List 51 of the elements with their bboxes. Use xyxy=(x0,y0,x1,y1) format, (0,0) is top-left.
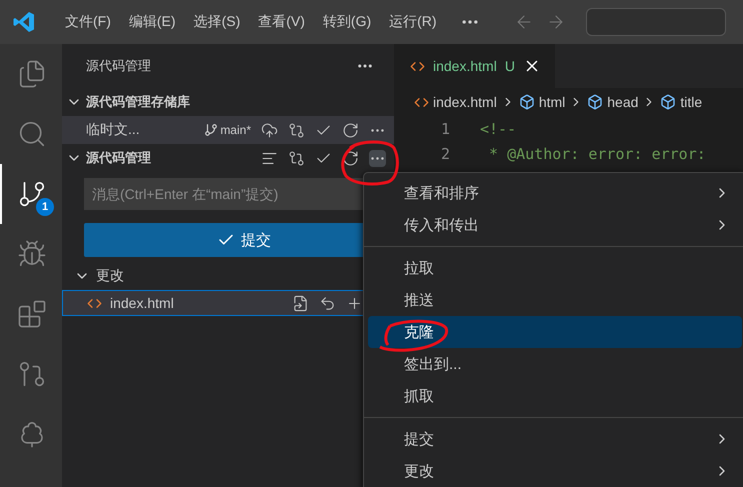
code-line: * @Author: error: error: xyxy=(488,144,706,162)
more-icon[interactable] xyxy=(369,150,386,166)
open-file-icon[interactable] xyxy=(292,294,309,312)
line-number: 1 xyxy=(440,120,451,138)
graph-icon[interactable] xyxy=(288,150,305,166)
branch-label[interactable]: main* xyxy=(204,123,251,137)
pull-request-icon xyxy=(17,359,47,389)
graph-icon[interactable] xyxy=(288,122,305,138)
branch-icon xyxy=(204,123,218,137)
cloud-upload-icon[interactable] xyxy=(261,122,278,138)
breadcrumb[interactable]: title xyxy=(680,94,702,110)
menu-item[interactable]: 抓取 xyxy=(368,380,742,412)
refresh-icon[interactable] xyxy=(342,150,359,166)
repository-row[interactable]: 临时文... main* xyxy=(62,116,394,144)
menu-item[interactable]: 转到(G) xyxy=(316,9,378,35)
bug-icon xyxy=(17,239,47,269)
group-title[interactable]: 更改 xyxy=(96,267,124,285)
menu-item[interactable]: 克隆 xyxy=(368,316,742,348)
menu-item[interactable]: 提交 xyxy=(368,423,742,455)
menu-item[interactable]: 签出到... xyxy=(368,348,742,380)
file-name: index.html xyxy=(110,295,175,311)
cube-icon xyxy=(660,94,676,110)
section-title[interactable]: 源代码管理存储库 xyxy=(86,93,386,111)
menu-item[interactable]: 选择(S) xyxy=(186,9,248,35)
menu-item[interactable]: 运行(R) xyxy=(382,9,444,35)
code-line: <!-- xyxy=(480,120,516,138)
breadcrumb[interactable]: head xyxy=(607,94,638,110)
count-badge: 1 xyxy=(36,198,54,216)
undo-icon[interactable] xyxy=(319,294,336,312)
section-title[interactable]: 源代码管理 xyxy=(86,149,257,167)
repository-name: 临时文... xyxy=(86,121,141,139)
breadcrumb[interactable]: html xyxy=(538,94,566,110)
tab-label: index.html xyxy=(433,58,497,74)
files-icon xyxy=(17,59,47,89)
menu-item[interactable]: 更改 xyxy=(368,455,742,487)
editor-tab[interactable]: index.html U xyxy=(394,44,555,88)
menu-item[interactable]: 编辑(E) xyxy=(122,9,183,35)
refresh-icon[interactable] xyxy=(342,122,359,138)
app-logo-icon xyxy=(12,10,36,34)
menu-item[interactable]: 文件(F) xyxy=(58,9,118,35)
cube-icon xyxy=(587,94,604,110)
status-letter: U xyxy=(504,58,515,74)
cube-icon xyxy=(518,94,535,110)
breadcrumb[interactable]: index.html xyxy=(433,94,497,110)
menu-item[interactable]: 查看(V) xyxy=(251,9,312,35)
panel-title: 源代码管理 xyxy=(86,57,151,75)
search-field[interactable] xyxy=(586,8,726,36)
blocks-icon xyxy=(17,299,47,329)
branch-icon xyxy=(17,179,47,209)
search-icon xyxy=(17,119,47,149)
line-number: 2 xyxy=(440,144,451,162)
